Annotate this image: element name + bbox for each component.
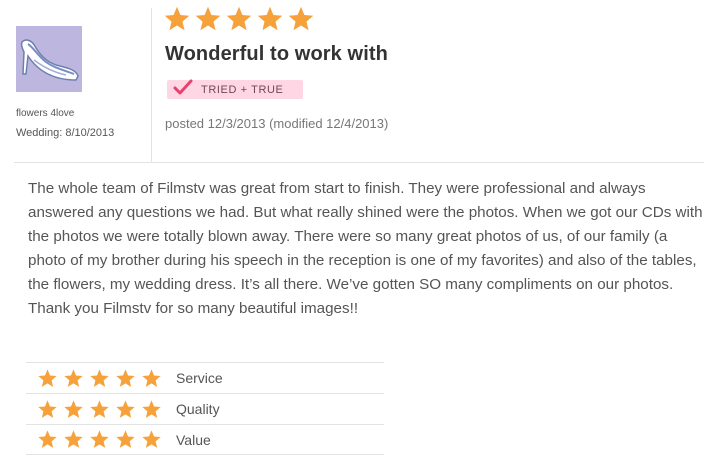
- reviewer-wedding-date: Wedding: 8/10/2013: [16, 127, 115, 139]
- quality-stars: [37, 399, 162, 420]
- star-icon: [141, 429, 162, 450]
- overall-rating-stars: [163, 5, 315, 33]
- checkmark-icon: [173, 79, 193, 100]
- star-icon: [115, 368, 136, 389]
- service-stars: [37, 368, 162, 389]
- star-icon: [37, 399, 58, 420]
- star-icon: [141, 368, 162, 389]
- rating-label-service: Service: [176, 370, 223, 386]
- star-icon: [115, 399, 136, 420]
- category-ratings: Service Quality Value: [26, 362, 384, 455]
- reviewer-name[interactable]: flowers 4love: [16, 108, 74, 119]
- shoe-icon: [16, 26, 82, 92]
- star-icon: [89, 368, 110, 389]
- star-icon: [225, 5, 253, 33]
- star-icon: [37, 429, 58, 450]
- star-icon: [63, 429, 84, 450]
- review-body: The whole team of Filmstv was great from…: [28, 180, 703, 317]
- star-icon: [89, 399, 110, 420]
- rating-row-quality: Quality: [26, 393, 384, 424]
- rating-row-value: Value: [26, 424, 384, 455]
- star-icon: [115, 429, 136, 450]
- star-icon: [89, 429, 110, 450]
- review-title: Wonderful to work with: [165, 43, 388, 65]
- star-icon: [37, 368, 58, 389]
- star-icon: [63, 368, 84, 389]
- star-icon: [194, 5, 222, 33]
- reviewer-avatar: [16, 26, 82, 92]
- star-icon: [287, 5, 315, 33]
- tried-true-badge: TRIED + TRUE: [167, 79, 303, 100]
- badge-label: TRIED + TRUE: [201, 83, 284, 96]
- posted-date: posted 12/3/2013 (modified 12/4/2013): [165, 116, 389, 131]
- value-stars: [37, 429, 162, 450]
- vertical-divider: [151, 8, 152, 163]
- star-icon: [163, 5, 191, 33]
- rating-label-quality: Quality: [176, 401, 220, 417]
- horizontal-divider: [14, 162, 704, 163]
- rating-label-value: Value: [176, 431, 211, 448]
- star-icon: [141, 399, 162, 420]
- star-icon: [256, 5, 284, 33]
- rating-row-service: Service: [26, 362, 384, 393]
- star-icon: [63, 399, 84, 420]
